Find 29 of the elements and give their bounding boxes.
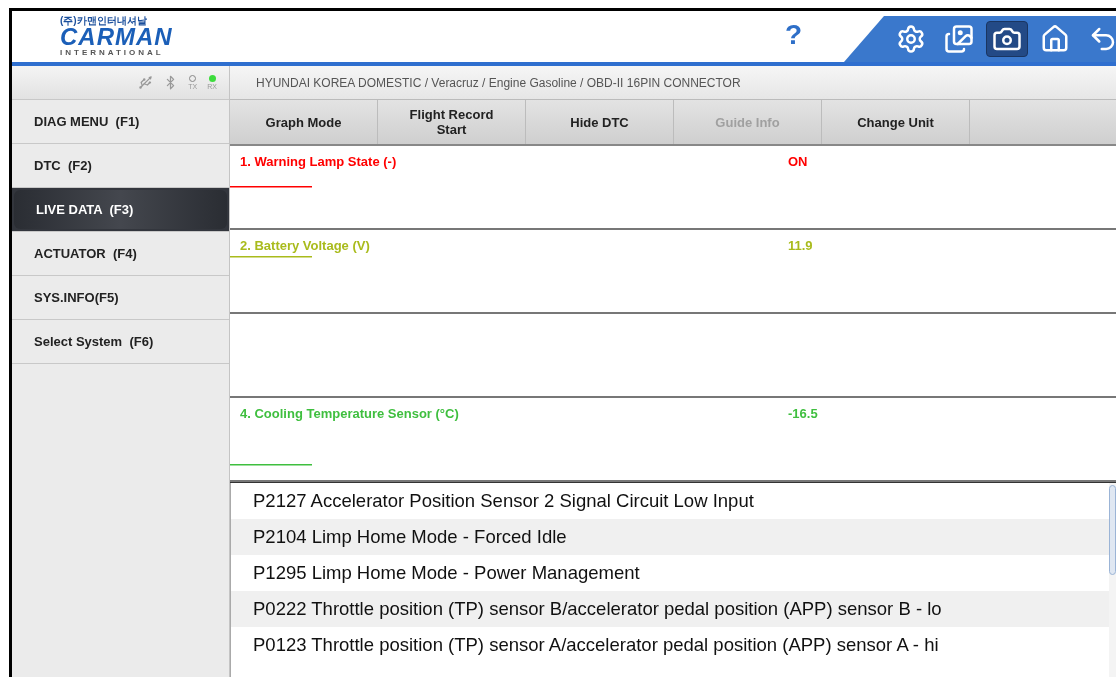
parameter-value: ON xyxy=(788,153,808,171)
images-icon xyxy=(944,24,974,54)
logo-subtitle: INTERNATIONAL xyxy=(60,48,164,57)
scrollbar[interactable] xyxy=(1109,483,1116,677)
logo-brand: CARMAN xyxy=(60,26,173,48)
toolbar-button[interactable]: Change Unit xyxy=(822,100,970,144)
help-button[interactable]: ? xyxy=(784,14,802,56)
parameter-name: 2. Battery Voltage (V) xyxy=(239,237,371,255)
usb-icon xyxy=(138,75,154,90)
menu-item[interactable]: ACTUATOR (F4) xyxy=(12,232,229,275)
logo-korean: (주)카맨인터내셔날 xyxy=(60,16,147,26)
dtc-row[interactable]: P2104 Limp Home Mode - Forced Idle xyxy=(231,519,1109,555)
menu-item[interactable]: DIAG MENU (F1) xyxy=(12,100,229,143)
home-icon xyxy=(1040,24,1070,54)
parameter-name: 4. Cooling Temperature Sensor (°C) xyxy=(239,405,460,423)
toolbar-button[interactable]: Flight Record Start xyxy=(378,100,526,144)
toolbar-button[interactable]: Hide DTC xyxy=(526,100,674,144)
parameter-value: 11.9 xyxy=(788,237,813,255)
menu-item[interactable]: Select System (F6) xyxy=(12,320,229,363)
breadcrumb: HYUNDAI KOREA DOMESTIC / Veracruz / Engine Gasoline / OBD-II 16PIN CONNECTOR xyxy=(256,74,741,92)
parameter-name: 1. Warning Lamp State (-) xyxy=(239,153,398,171)
parameter-value: -16.5 xyxy=(788,405,818,423)
toolbar-button[interactable]: Graph Mode xyxy=(230,100,378,144)
settings-icon xyxy=(896,24,926,54)
toolbar-button[interactable] xyxy=(986,21,1028,57)
menu-item[interactable]: SYS.INFO(F5) xyxy=(12,276,229,319)
dtc-row[interactable]: P0222 Throttle position (TP) sensor B/accelerator pedal position (APP) sensor B - lo xyxy=(231,591,1109,627)
menu-item[interactable]: DTC (F2) xyxy=(12,144,229,187)
menu-item[interactable]: LIVE DATA (F3) xyxy=(14,190,227,229)
